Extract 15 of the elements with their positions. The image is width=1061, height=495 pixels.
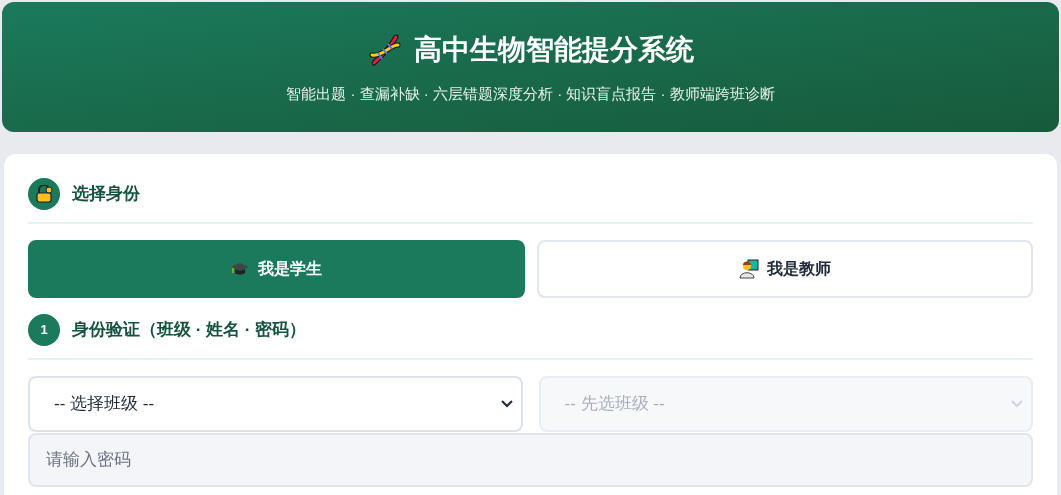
section-badge: 1 (28, 314, 60, 346)
app-title: 高中生物智能提分系统 (413, 32, 694, 67)
lock-icon (35, 185, 53, 203)
role-button[interactable]: 我是教师 (536, 240, 1033, 298)
role-button[interactable]: 我是学生 (28, 240, 525, 298)
section-title: 选择身份 (72, 183, 140, 206)
chevron-down-icon (500, 400, 513, 408)
teacher-icon (738, 259, 759, 279)
graduation-cap-icon (230, 261, 251, 277)
dropdown-field[interactable]: -- 选择班级 -- (28, 376, 523, 432)
chevron-down-icon (1011, 400, 1023, 408)
password-field[interactable]: 请输入密码 (28, 433, 1033, 487)
section-title: 身份验证（班级 · 姓名 · 密码） (72, 319, 307, 342)
app-subtitle: 智能出题 · 查漏补缺 · 六层错题深度分析 · 知识盲点报告 · 教师端跨班诊断 (286, 83, 775, 104)
dna-icon (367, 32, 402, 67)
